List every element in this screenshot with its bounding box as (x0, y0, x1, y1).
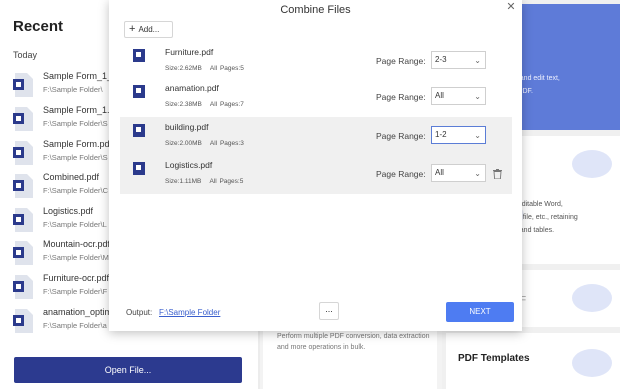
batch-process-card[interactable]: Perform multiple PDF conversion, data ex… (263, 325, 437, 389)
pdf-templates-title: PDF Templates (458, 353, 530, 364)
add-files-label: Add... (138, 25, 160, 34)
recent-file-path: F:\Sample Folder\ (43, 85, 103, 94)
pdf-file-icon (133, 124, 145, 137)
recent-file-name: Furniture-ocr.pdf (43, 273, 110, 283)
recent-file-path: F:\Sample Folder\M (43, 253, 109, 262)
file-size: Size:2.62MB (165, 65, 202, 72)
pdf-file-icon (13, 141, 33, 165)
file-row[interactable]: anamation.pdf Size:2.38MB All Pages:7 Pa… (120, 78, 512, 117)
file-page-count: All Pages:7 (209, 101, 244, 108)
recent-file-path: F:\Sample Folder\C (43, 186, 109, 195)
chevron-down-icon: ⌄ (474, 169, 481, 178)
browse-output-button[interactable]: ... (319, 302, 339, 320)
page-range-label: Page Range: (376, 169, 426, 179)
pdf-file-icon (13, 275, 33, 299)
convert-illustration-icon (572, 150, 612, 178)
page-range-select[interactable]: All ⌄ (431, 87, 486, 105)
page-range-label: Page Range: (376, 131, 426, 141)
trash-icon[interactable] (493, 169, 502, 179)
page-range-value: All (435, 168, 444, 177)
pdf-file-icon (13, 309, 33, 333)
file-name: Furniture.pdf (165, 47, 214, 57)
pdf-file-icon (133, 85, 145, 98)
page-range-value: 2-3 (435, 55, 447, 64)
file-name: building.pdf (165, 122, 209, 132)
file-page-count: All Pages:5 (209, 178, 244, 185)
file-name: anamation.pdf (165, 83, 219, 93)
chevron-down-icon: ⌄ (474, 131, 481, 140)
batch-illustration-icon (572, 284, 612, 312)
recent-file-path: F:\Sample Folder\L (43, 220, 107, 229)
file-row-selected[interactable]: building.pdf Size:2.00MB All Pages:3 Pag… (120, 117, 512, 156)
recent-file-name: anamation_optim (43, 307, 113, 317)
page-range-select[interactable]: 2-3 ⌄ (431, 51, 486, 69)
chevron-down-icon: ⌄ (474, 92, 481, 101)
next-button[interactable]: NEXT (446, 302, 514, 322)
page-range-select[interactable]: 1-2 ⌄ (431, 126, 486, 144)
recent-file-name: Sample Form_1_O (43, 71, 120, 81)
add-files-button[interactable]: + Add... (124, 21, 173, 38)
combine-files-dialog: Combine Files ✕ + Add... Furniture.pdf S… (109, 0, 522, 331)
file-size: Size:1.11MB (165, 178, 202, 185)
pdf-file-icon (13, 208, 33, 232)
recent-file-name: Mountain-ocr.pdf (43, 239, 111, 249)
open-file-button[interactable]: Open File... (14, 357, 242, 383)
file-row[interactable]: Logistics.pdf Size:1.11MB All Pages:5 Pa… (120, 155, 512, 194)
file-page-count: All Pages:5 (209, 65, 244, 72)
file-meta: Size:2.38MB All Pages:7 (165, 101, 244, 108)
pdf-file-icon (13, 174, 33, 198)
file-meta: Size:1.11MB All Pages:5 (165, 178, 243, 185)
file-meta: Size:2.00MB All Pages:3 (165, 140, 244, 147)
file-name: Logistics.pdf (165, 160, 213, 170)
recent-file-path: F:\Sample Folder\S (43, 153, 108, 162)
recent-file-name: Sample Form.pdf (43, 139, 113, 149)
file-size: Size:2.00MB (165, 140, 202, 147)
file-page-count: All Pages:3 (209, 140, 244, 147)
recent-file-name: Logistics.pdf (43, 206, 94, 216)
recent-file-path: F:\Sample Folder\a (43, 321, 107, 330)
pdf-file-icon (13, 107, 33, 131)
templates-illustration-icon (572, 349, 612, 377)
page-range-select[interactable]: All ⌄ (431, 164, 486, 182)
chevron-down-icon: ⌄ (474, 56, 481, 65)
page-range-value: All (435, 91, 444, 100)
recent-file-path: F:\Sample Folder\F (43, 287, 108, 296)
output-label: Output: (126, 308, 153, 317)
pdf-file-icon (13, 73, 33, 97)
pdf-templates-card[interactable]: PDF Templates (446, 333, 620, 389)
recent-title: Recent (13, 18, 64, 35)
recent-file-path: F:\Sample Folder\S (43, 119, 108, 128)
plus-icon: + (129, 23, 136, 35)
batch-process-description: Perform multiple PDF conversion, data ex… (277, 333, 430, 351)
recent-file-name: Combined.pdf (43, 172, 100, 182)
page-range-label: Page Range: (376, 92, 426, 102)
page-range-value: 1-2 (435, 130, 447, 139)
pdf-file-icon (133, 49, 145, 62)
recent-section-today: Today (13, 50, 38, 60)
close-icon[interactable]: ✕ (504, 0, 518, 14)
pdf-file-icon (13, 241, 33, 265)
dialog-footer: Output: F:\Sample Folder ... NEXT (109, 292, 522, 331)
file-row[interactable]: Furniture.pdf Size:2.62MB All Pages:5 Pa… (120, 42, 512, 81)
dialog-title: Combine Files (280, 4, 351, 16)
file-size: Size:2.38MB (165, 101, 202, 108)
pdf-file-icon (133, 162, 145, 175)
file-meta: Size:2.62MB All Pages:5 (165, 65, 244, 72)
output-folder-link[interactable]: F:\Sample Folder (159, 308, 220, 317)
page-range-label: Page Range: (376, 56, 426, 66)
